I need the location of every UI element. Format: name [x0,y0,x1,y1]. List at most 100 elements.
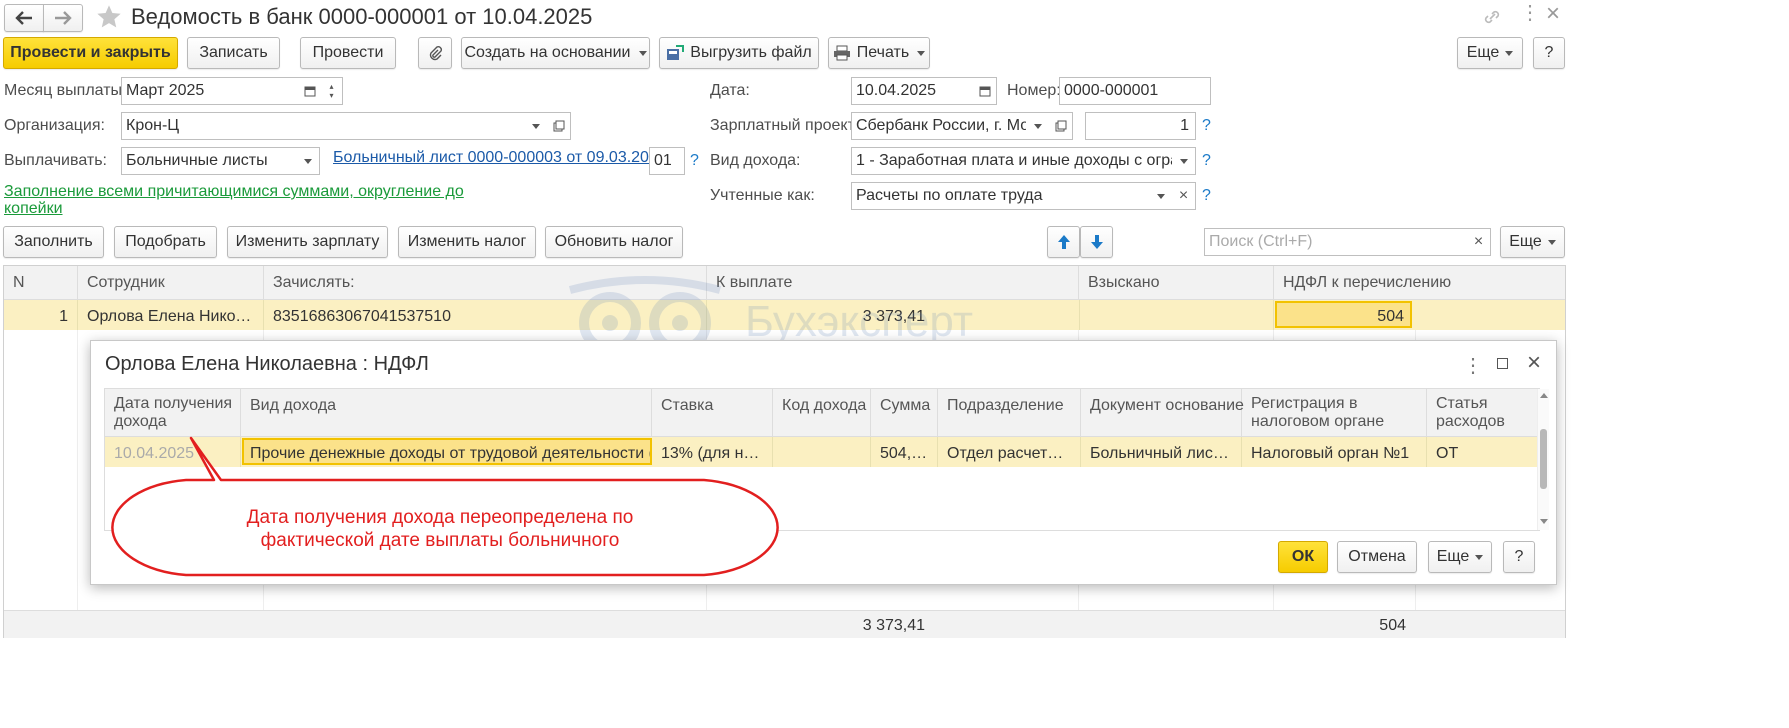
help-button[interactable]: ? [1533,37,1565,69]
accounted-field[interactable]: Расчеты по оплате труда [851,182,1150,210]
col-n[interactable]: N [4,266,78,299]
create-based-on-button[interactable]: Создать на основании [461,37,650,69]
dialog-table-header: Дата получения дохода Вид дохода Ставка … [105,389,1537,437]
chevron-down-icon [638,50,647,56]
search-clear[interactable]: × [1467,228,1491,256]
salary-project-dropdown[interactable] [1026,112,1050,140]
sick-help-icon[interactable]: ? [690,152,699,170]
fill-rounding-link-line1[interactable]: Заполнение всеми причитающимися суммами,… [4,183,464,201]
month-stepper[interactable]: ▴ ▾ [321,77,343,105]
fill-rounding-link-line2[interactable]: копейки [4,200,63,218]
col-ndfl[interactable]: НДФЛ к перечислению [1274,266,1565,299]
move-up-button[interactable] [1047,226,1080,258]
drow-expense: ОТ [1436,445,1459,462]
row-ndfl[interactable]: 504 [1275,301,1412,328]
drow-registration: Налоговый орган №1 [1242,437,1427,467]
sick-number-field[interactable]: 01 [649,147,685,175]
post-and-close-button[interactable]: Провести и закрыть [3,37,178,69]
update-tax-button[interactable]: Обновить налог [545,226,683,258]
dialog-help-button[interactable]: ? [1503,541,1535,573]
col-employee[interactable]: Сотрудник [78,266,264,299]
pay-field[interactable]: Больничные листы [121,147,297,175]
more-button[interactable]: Еще [1457,37,1523,69]
dcol-basis-doc[interactable]: Документ основание [1081,389,1244,436]
back-button[interactable] [4,4,44,32]
dialog-scrollbar[interactable] [1537,389,1549,530]
dcol-date[interactable]: Дата получения дохода [105,389,241,436]
total-to-pay: 3 373,41 [862,617,925,634]
export-file-label: Выгрузить файл [690,44,812,61]
calendar-button[interactable] [298,77,322,105]
accounted-clear[interactable]: × [1172,182,1196,210]
kebab-icon[interactable]: ⋮ [1520,3,1540,23]
cancel-button[interactable]: Отмена [1337,541,1417,573]
arrow-left-icon [15,11,32,25]
income-type-dropdown[interactable] [1172,147,1196,175]
export-icon [667,45,685,60]
accounted-dropdown[interactable] [1149,182,1173,210]
date-calendar-button[interactable] [973,77,997,105]
month-field[interactable]: Март 2025 [121,77,299,105]
dcol-reg-line2: налоговом органе [1251,413,1385,430]
chevron-down-icon [1505,50,1514,56]
organization-open[interactable] [547,112,571,140]
organization-dropdown[interactable] [524,112,548,140]
salary-project-label: Зарплатный проект: [710,117,860,134]
dialog-more-label: Еще [1436,548,1470,565]
move-down-button[interactable] [1080,226,1113,258]
post-button[interactable]: Провести [300,37,396,69]
print-button[interactable]: Печать [828,37,930,69]
dcol-expense[interactable]: Статья расходов [1427,389,1537,436]
scroll-down-icon[interactable] [1540,519,1548,524]
number-field[interactable]: 0000-000001 [1059,77,1211,105]
organization-field[interactable]: Крон-Ц [121,112,525,140]
search-placeholder: Поиск (Ctrl+F) [1209,233,1313,250]
forward-button[interactable] [43,4,83,32]
salary-project-open[interactable] [1049,112,1073,140]
salary-project-count[interactable]: 1 [1085,112,1196,140]
dcol-rate[interactable]: Ставка [652,389,773,436]
salary-project-help-icon[interactable]: ? [1202,117,1211,135]
drow-basis-doc: Больничный лист ... [1081,437,1242,467]
close-icon[interactable]: × [1546,2,1560,26]
dialog-maximize-icon[interactable] [1497,358,1508,369]
search-input[interactable]: Поиск (Ctrl+F) [1204,228,1468,256]
arrow-right-icon [55,11,72,25]
fill-button[interactable]: Заполнить [3,226,104,258]
save-button[interactable]: Записать [187,37,280,69]
organization-label: Организация: [4,117,105,134]
arrow-down-icon [1090,235,1103,249]
dcol-sum[interactable]: Сумма [871,389,938,436]
dcol-department[interactable]: Подразделение [938,389,1081,436]
callout-line2: фактической дате выплаты больничного [260,530,620,551]
dcol-income-type[interactable]: Вид дохода [241,389,652,436]
income-type-field[interactable]: 1 - Заработная плата и иные доходы с огр… [851,147,1173,175]
salary-project-field[interactable]: Сбербанк России, г. Моск [851,112,1027,140]
col-collected[interactable]: Взыскано [1079,266,1274,299]
total-ndfl: 504 [1379,617,1406,634]
chevron-down-icon [531,123,540,129]
row-n: 1 [4,300,78,330]
income-type-help-icon[interactable]: ? [1202,152,1211,170]
date-field[interactable]: 10.04.2025 [851,77,974,105]
dialog-title: Орлова Елена Николаевна : НДФЛ [105,353,429,375]
dcol-income-code[interactable]: Код дохода [773,389,871,436]
accounted-help-icon[interactable]: ? [1202,187,1211,205]
dcol-registration[interactable]: Регистрация в налоговом органе [1242,389,1427,436]
change-tax-button[interactable]: Изменить налог [398,226,536,258]
pick-button[interactable]: Подобрать [114,226,217,258]
dialog-kebab-icon[interactable]: ⋮ [1463,353,1483,378]
change-salary-button[interactable]: Изменить зарплату [227,226,388,258]
pay-dropdown[interactable] [296,147,320,175]
scroll-up-icon[interactable] [1540,393,1548,398]
dialog-close-icon[interactable]: × [1527,349,1541,377]
table-more-button[interactable]: Еще [1500,226,1565,258]
scroll-thumb[interactable] [1540,429,1547,489]
export-file-button[interactable]: Выгрузить файл [659,37,819,69]
link-icon[interactable] [1482,8,1502,26]
sick-leave-link[interactable]: Больничный лист 0000-000003 от 09.03.202… [333,149,667,167]
star-icon[interactable] [95,3,123,31]
attach-button[interactable] [418,37,452,69]
ok-button[interactable]: ОК [1278,541,1328,573]
dialog-more-button[interactable]: Еще [1428,541,1492,573]
